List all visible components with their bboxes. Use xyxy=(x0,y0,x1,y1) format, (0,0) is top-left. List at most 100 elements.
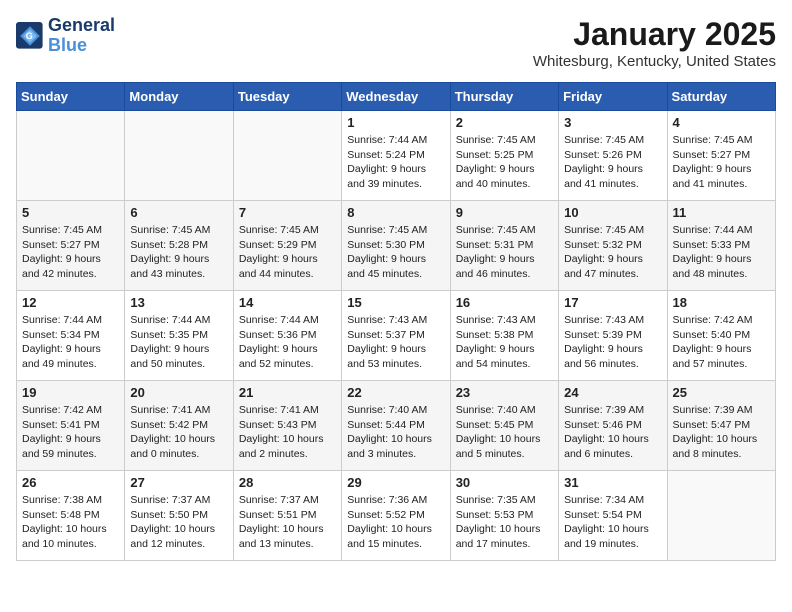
day-number: 29 xyxy=(347,475,444,490)
day-number: 11 xyxy=(673,205,770,220)
calendar-cell xyxy=(667,471,775,561)
cell-content: Sunrise: 7:44 AM Sunset: 5:36 PM Dayligh… xyxy=(239,313,336,372)
page-header: G GeneralBlue January 2025 Whitesburg, K… xyxy=(16,16,776,70)
calendar-cell: 8 Sunrise: 7:45 AM Sunset: 5:30 PM Daylig… xyxy=(342,201,450,291)
calendar-cell: 2 Sunrise: 7:45 AM Sunset: 5:25 PM Daylig… xyxy=(450,111,558,201)
cell-content: Sunrise: 7:43 AM Sunset: 5:39 PM Dayligh… xyxy=(564,313,661,372)
cell-content: Sunrise: 7:34 AM Sunset: 5:54 PM Dayligh… xyxy=(564,493,661,552)
calendar-cell: 7Sunrise: 7:45 AM Sunset: 5:29 PM Daylig… xyxy=(233,201,341,291)
day-number: 4 xyxy=(673,115,770,130)
logo-text: GeneralBlue xyxy=(48,16,115,56)
cell-content: Sunrise: 7:41 AM Sunset: 5:43 PM Dayligh… xyxy=(239,403,336,462)
weekday-header-saturday: Saturday xyxy=(667,83,775,111)
cell-content: Sunrise: 7:44 AM Sunset: 5:34 PM Dayligh… xyxy=(22,313,119,372)
day-number: 30 xyxy=(456,475,553,490)
cell-content: Sunrise: 7:40 AM Sunset: 5:45 PM Dayligh… xyxy=(456,403,553,462)
calendar-cell: 14 Sunrise: 7:44 AM Sunset: 5:36 PM Dayli… xyxy=(233,291,341,381)
calendar-week-row: 19 Sunrise: 7:42 AM Sunset: 5:41 PM Dayli… xyxy=(17,381,776,471)
day-number: 14 xyxy=(239,295,336,310)
calendar-table: SundayMondayTuesdayWednesdayThursdayFrid… xyxy=(16,82,776,561)
svg-text:G: G xyxy=(26,31,33,41)
cell-content: Sunrise: 7:45 AM Sunset: 5:25 PM Dayligh… xyxy=(456,133,553,192)
day-number: 22 xyxy=(347,385,444,400)
cell-content: Sunrise: 7:45 AM Sunset: 5:30 PM Dayligh… xyxy=(347,223,444,282)
day-number: 10 xyxy=(564,205,661,220)
calendar-cell: 10 Sunrise: 7:45 AM Sunset: 5:32 PM Dayli… xyxy=(559,201,667,291)
calendar-cell: 4 Sunrise: 7:45 AM Sunset: 5:27 PM Daylig… xyxy=(667,111,775,201)
calendar-cell: 30 Sunrise: 7:35 AM Sunset: 5:53 PM Dayli… xyxy=(450,471,558,561)
cell-content: Sunrise: 7:41 AM Sunset: 5:42 PM Dayligh… xyxy=(130,403,227,462)
day-number: 5 xyxy=(22,205,119,220)
weekday-header-friday: Friday xyxy=(559,83,667,111)
calendar-cell: 6 Sunrise: 7:45 AM Sunset: 5:28 PM Daylig… xyxy=(125,201,233,291)
cell-content: Sunrise: 7:43 AM Sunset: 5:37 PM Dayligh… xyxy=(347,313,444,372)
calendar-cell: 17 Sunrise: 7:43 AM Sunset: 5:39 PM Dayli… xyxy=(559,291,667,381)
day-number: 13 xyxy=(130,295,227,310)
calendar-cell: 12 Sunrise: 7:44 AM Sunset: 5:34 PM Dayli… xyxy=(17,291,125,381)
calendar-week-row: 1Sunrise: 7:44 AM Sunset: 5:24 PM Daylig… xyxy=(17,111,776,201)
day-number: 9 xyxy=(456,205,553,220)
cell-content: Sunrise: 7:39 AM Sunset: 5:46 PM Dayligh… xyxy=(564,403,661,462)
day-number: 31 xyxy=(564,475,661,490)
cell-content: Sunrise: 7:45 AM Sunset: 5:27 PM Dayligh… xyxy=(673,133,770,192)
logo: G GeneralBlue xyxy=(16,16,115,56)
calendar-cell xyxy=(233,111,341,201)
cell-content: Sunrise: 7:45 AM Sunset: 5:27 PM Dayligh… xyxy=(22,223,119,282)
day-number: 27 xyxy=(130,475,227,490)
cell-content: Sunrise: 7:36 AM Sunset: 5:52 PM Dayligh… xyxy=(347,493,444,552)
day-number: 19 xyxy=(22,385,119,400)
day-number: 3 xyxy=(564,115,661,130)
day-number: 20 xyxy=(130,385,227,400)
day-number: 17 xyxy=(564,295,661,310)
calendar-week-row: 26Sunrise: 7:38 AM Sunset: 5:48 PM Dayli… xyxy=(17,471,776,561)
cell-content: Sunrise: 7:42 AM Sunset: 5:41 PM Dayligh… xyxy=(22,403,119,462)
cell-content: Sunrise: 7:44 AM Sunset: 5:33 PM Dayligh… xyxy=(673,223,770,282)
day-number: 8 xyxy=(347,205,444,220)
day-number: 15 xyxy=(347,295,444,310)
cell-content: Sunrise: 7:45 AM Sunset: 5:26 PM Dayligh… xyxy=(564,133,661,192)
day-number: 24 xyxy=(564,385,661,400)
cell-content: Sunrise: 7:44 AM Sunset: 5:24 PM Dayligh… xyxy=(347,133,444,192)
cell-content: Sunrise: 7:39 AM Sunset: 5:47 PM Dayligh… xyxy=(673,403,770,462)
calendar-subtitle: Whitesburg, Kentucky, United States xyxy=(533,53,776,70)
calendar-cell: 25 Sunrise: 7:39 AM Sunset: 5:47 PM Dayli… xyxy=(667,381,775,471)
calendar-cell: 18 Sunrise: 7:42 AM Sunset: 5:40 PM Dayli… xyxy=(667,291,775,381)
calendar-cell: 21Sunrise: 7:41 AM Sunset: 5:43 PM Dayli… xyxy=(233,381,341,471)
cell-content: Sunrise: 7:42 AM Sunset: 5:40 PM Dayligh… xyxy=(673,313,770,372)
calendar-cell: 19 Sunrise: 7:42 AM Sunset: 5:41 PM Dayli… xyxy=(17,381,125,471)
calendar-header: SundayMondayTuesdayWednesdayThursdayFrid… xyxy=(17,83,776,111)
weekday-header-tuesday: Tuesday xyxy=(233,83,341,111)
weekday-header-wednesday: Wednesday xyxy=(342,83,450,111)
day-number: 23 xyxy=(456,385,553,400)
calendar-cell: 15 Sunrise: 7:43 AM Sunset: 5:37 PM Dayli… xyxy=(342,291,450,381)
calendar-cell: 9Sunrise: 7:45 AM Sunset: 5:31 PM Daylig… xyxy=(450,201,558,291)
title-block: January 2025 Whitesburg, Kentucky, Unite… xyxy=(533,16,776,70)
calendar-cell: 28 Sunrise: 7:37 AM Sunset: 5:51 PM Dayli… xyxy=(233,471,341,561)
calendar-week-row: 12 Sunrise: 7:44 AM Sunset: 5:34 PM Dayli… xyxy=(17,291,776,381)
calendar-cell: 11 Sunrise: 7:44 AM Sunset: 5:33 PM Dayli… xyxy=(667,201,775,291)
day-number: 25 xyxy=(673,385,770,400)
calendar-cell: 16Sunrise: 7:43 AM Sunset: 5:38 PM Dayli… xyxy=(450,291,558,381)
calendar-cell: 20 Sunrise: 7:41 AM Sunset: 5:42 PM Dayli… xyxy=(125,381,233,471)
cell-content: Sunrise: 7:44 AM Sunset: 5:35 PM Dayligh… xyxy=(130,313,227,372)
calendar-cell xyxy=(125,111,233,201)
day-number: 7 xyxy=(239,205,336,220)
day-number: 18 xyxy=(673,295,770,310)
calendar-cell xyxy=(17,111,125,201)
calendar-title: January 2025 xyxy=(533,16,776,53)
cell-content: Sunrise: 7:38 AM Sunset: 5:48 PM Dayligh… xyxy=(22,493,119,552)
cell-content: Sunrise: 7:35 AM Sunset: 5:53 PM Dayligh… xyxy=(456,493,553,552)
weekday-header-monday: Monday xyxy=(125,83,233,111)
logo-icon: G xyxy=(16,22,44,50)
day-number: 6 xyxy=(130,205,227,220)
day-number: 12 xyxy=(22,295,119,310)
cell-content: Sunrise: 7:37 AM Sunset: 5:51 PM Dayligh… xyxy=(239,493,336,552)
day-number: 2 xyxy=(456,115,553,130)
calendar-cell: 26Sunrise: 7:38 AM Sunset: 5:48 PM Dayli… xyxy=(17,471,125,561)
calendar-cell: 3 Sunrise: 7:45 AM Sunset: 5:26 PM Daylig… xyxy=(559,111,667,201)
cell-content: Sunrise: 7:45 AM Sunset: 5:32 PM Dayligh… xyxy=(564,223,661,282)
cell-content: Sunrise: 7:45 AM Sunset: 5:28 PM Dayligh… xyxy=(130,223,227,282)
day-number: 28 xyxy=(239,475,336,490)
calendar-cell: 23 Sunrise: 7:40 AM Sunset: 5:45 PM Dayli… xyxy=(450,381,558,471)
calendar-body: 1Sunrise: 7:44 AM Sunset: 5:24 PM Daylig… xyxy=(17,111,776,561)
